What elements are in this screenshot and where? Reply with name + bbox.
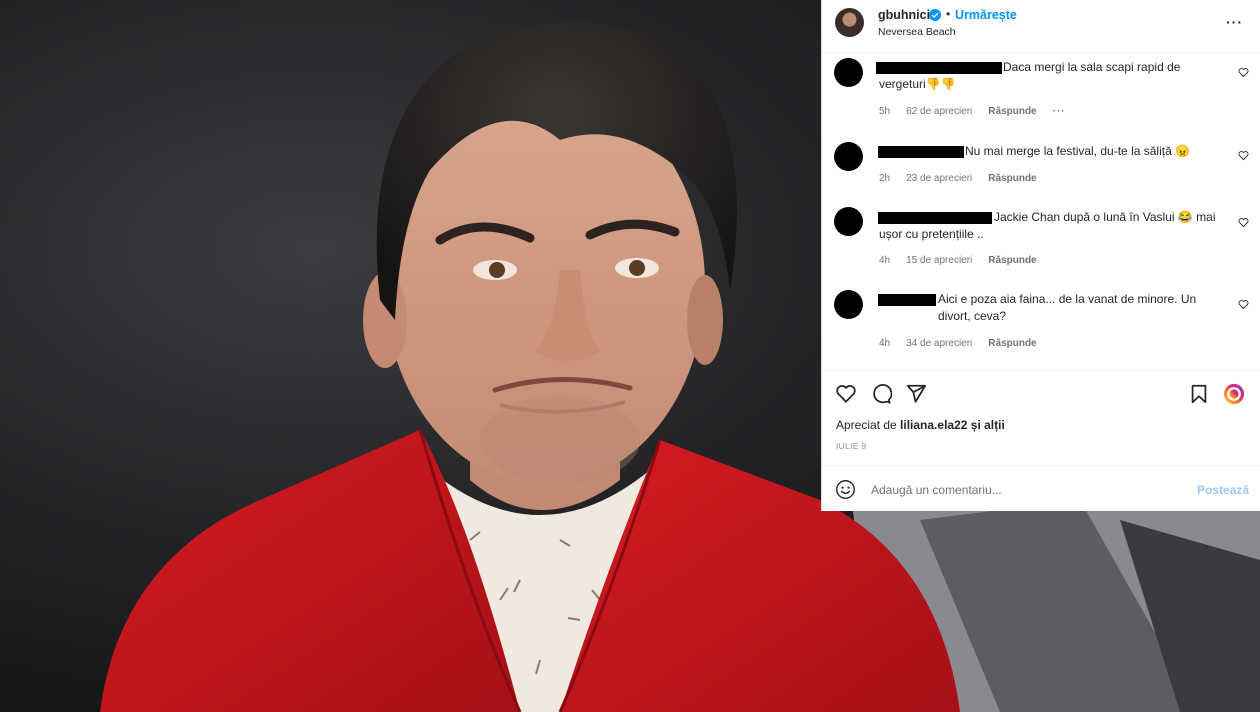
location-link[interactable]: Neversea Beach: [878, 26, 956, 38]
comment-likes[interactable]: 62 de aprecieri: [906, 106, 972, 117]
separator-dot: •: [946, 7, 951, 21]
comment-meta: 2h 23 de aprecieri Răspunde: [879, 173, 1053, 184]
heart-icon[interactable]: [1238, 150, 1249, 161]
comment-text: Aici e poza aia faina... de la vanat de …: [938, 292, 1197, 306]
comment-meta: 4h 34 de aprecieri Răspunde: [879, 338, 1053, 349]
post-header: gbuhnici • Urmărește Neversea Beach ···: [822, 0, 1260, 53]
comment-text: Daca mergi la sala scapi rapid de: [1003, 60, 1181, 74]
reply-button[interactable]: Răspunde: [988, 173, 1036, 184]
redacted-username: [878, 146, 964, 158]
redacted-username: [876, 62, 1002, 74]
instagram-post-panel: gbuhnici • Urmărește Neversea Beach ··· …: [821, 0, 1260, 511]
heart-icon[interactable]: [1238, 217, 1249, 228]
commenter-avatar[interactable]: [834, 58, 863, 87]
likes-prefix: Apreciat de: [836, 418, 897, 432]
comment-text: Jackie Chan după o lună în Vaslui 😂 mai: [994, 210, 1216, 224]
post-date[interactable]: IULIE 9: [836, 441, 866, 451]
comment-time: 4h: [879, 255, 891, 266]
comment-icon[interactable]: [870, 383, 892, 405]
likes-summary: Apreciat de liliana.ela22 și alții: [836, 418, 1005, 432]
avatar[interactable]: [835, 8, 864, 37]
verified-badge-icon: [929, 9, 941, 21]
comment-input[interactable]: [869, 480, 1173, 500]
follow-button[interactable]: Urmărește: [955, 8, 1017, 22]
heart-icon[interactable]: [1238, 299, 1249, 310]
heart-icon[interactable]: [835, 383, 857, 405]
emoji-icon[interactable]: [835, 479, 856, 500]
reply-button[interactable]: Răspunde: [988, 106, 1036, 117]
reply-button[interactable]: Răspunde: [988, 338, 1036, 349]
post-action-bar: [822, 370, 1260, 415]
bookmark-icon[interactable]: [1188, 383, 1210, 405]
comment-meta: 4h 15 de aprecieri Răspunde: [879, 255, 1053, 266]
comment-time: 4h: [879, 338, 891, 349]
comment-text: Nu mai merge la festival, du-te la săliț…: [965, 144, 1191, 158]
commenter-avatar[interactable]: [834, 142, 863, 171]
comment-meta: 5h 62 de aprecieri Răspunde ···: [879, 106, 1082, 117]
comment-likes[interactable]: 34 de aprecieri: [906, 338, 972, 349]
comment-text-continued: ușor cu pretențiile ..: [879, 227, 984, 241]
more-options-icon[interactable]: ···: [1226, 14, 1246, 30]
redacted-username: [878, 212, 992, 224]
username[interactable]: gbuhnici: [878, 8, 930, 22]
comment-text-continued: vergeturi👎👎: [879, 77, 956, 91]
reply-button[interactable]: Răspunde: [988, 255, 1036, 266]
add-comment-bar: Postează: [822, 465, 1260, 512]
redacted-username: [878, 294, 936, 306]
liked-by-user[interactable]: liliana.ela22: [900, 418, 967, 432]
commenter-avatar[interactable]: [834, 290, 863, 319]
share-icon[interactable]: [905, 383, 927, 405]
commenter-avatar[interactable]: [834, 207, 863, 236]
comment-time: 5h: [879, 106, 891, 117]
likes-others[interactable]: și alții: [971, 418, 1005, 432]
post-comment-button[interactable]: Postează: [1197, 483, 1249, 497]
comment-time: 2h: [879, 173, 891, 184]
comment-text-continued: divort, ceva?: [938, 309, 1007, 323]
comment-options-icon[interactable]: ···: [1053, 106, 1066, 117]
comment-likes[interactable]: 15 de aprecieri: [906, 255, 972, 266]
comment-likes[interactable]: 23 de aprecieri: [906, 173, 972, 184]
reels-icon[interactable]: [1223, 383, 1245, 405]
heart-icon[interactable]: [1238, 67, 1249, 78]
